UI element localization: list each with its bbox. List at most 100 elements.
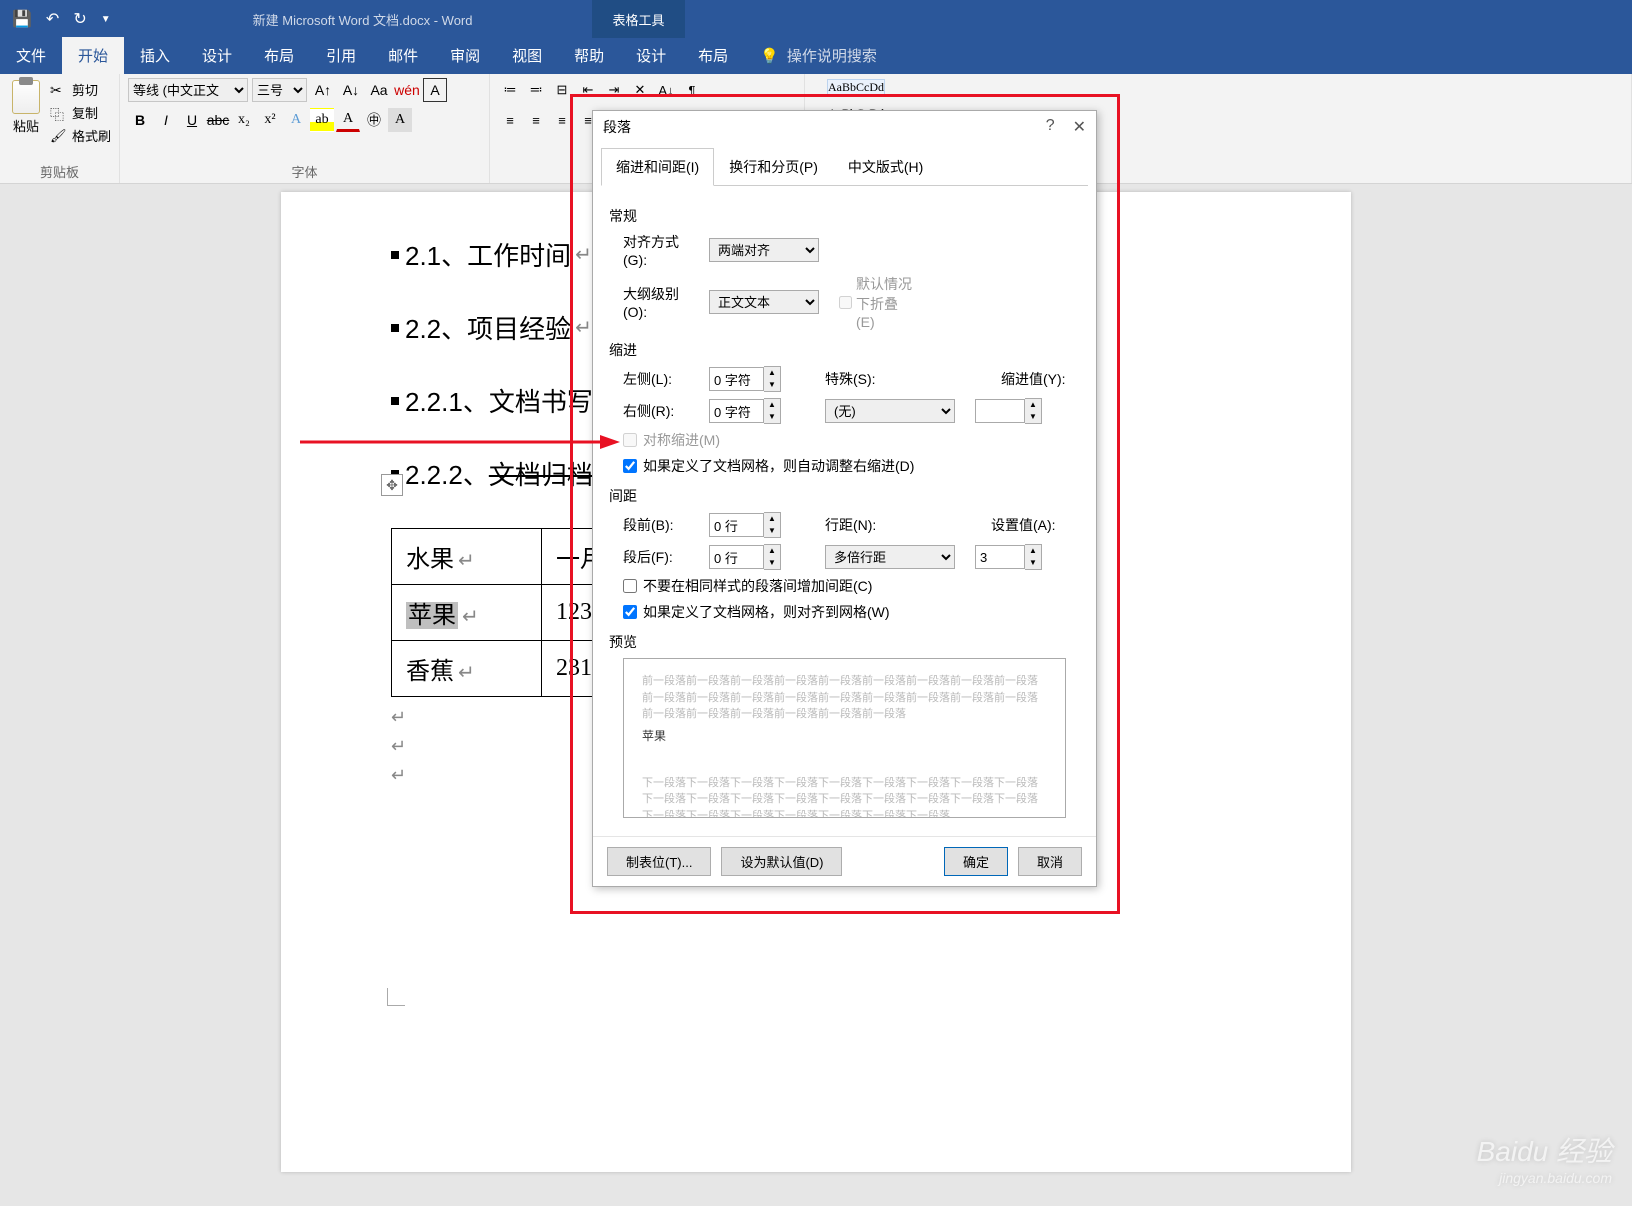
bold-icon[interactable]: B xyxy=(128,108,152,132)
superscript-icon[interactable]: x² xyxy=(258,108,282,132)
cancel-button[interactable]: 取消 xyxy=(1018,847,1082,876)
no-space-same-style-checkbox[interactable] xyxy=(623,579,637,593)
font-color-icon[interactable]: A xyxy=(336,108,360,132)
grow-font-icon[interactable]: A↑ xyxy=(311,78,335,102)
style-item[interactable]: AaBbCcDd xyxy=(813,78,899,101)
strikethrough-icon[interactable]: abc xyxy=(206,108,230,132)
tabs-button[interactable]: 制表位(T)... xyxy=(607,847,711,876)
special-select[interactable]: (无) xyxy=(825,399,955,423)
asian-layout-icon[interactable]: ✕ xyxy=(628,78,652,102)
spin-down-icon[interactable]: ▼ xyxy=(1025,557,1041,569)
tab-home[interactable]: 开始 xyxy=(62,37,124,74)
dlg-tab-asian[interactable]: 中文版式(H) xyxy=(833,148,938,186)
bullets-icon[interactable]: ≔ xyxy=(498,78,522,102)
align-center-icon[interactable]: ≡ xyxy=(524,108,548,132)
highlight-icon[interactable]: ab xyxy=(310,108,334,132)
spin-up-icon[interactable]: ▲ xyxy=(764,545,780,557)
underline-icon[interactable]: U xyxy=(180,108,204,132)
tab-mailings[interactable]: 邮件 xyxy=(372,37,434,74)
numbering-icon[interactable]: ≕ xyxy=(524,78,548,102)
format-painter-button[interactable]: 格式刷 xyxy=(50,126,111,145)
decrease-indent-icon[interactable]: ⇤ xyxy=(576,78,600,102)
tab-references[interactable]: 引用 xyxy=(310,37,372,74)
cut-button[interactable]: 剪切 xyxy=(50,80,111,99)
spin-down-icon[interactable]: ▼ xyxy=(1025,411,1041,423)
set-default-button[interactable]: 设为默认值(D) xyxy=(721,847,842,876)
tab-design[interactable]: 设计 xyxy=(186,37,248,74)
spin-up-icon[interactable]: ▲ xyxy=(764,367,780,379)
align-left-icon[interactable]: ≡ xyxy=(498,108,522,132)
tab-insert[interactable]: 插入 xyxy=(124,37,186,74)
align-right-icon[interactable]: ≡ xyxy=(550,108,574,132)
tell-me-search[interactable]: 💡 操作说明搜索 xyxy=(744,37,893,74)
font-size-select[interactable]: 三号 xyxy=(252,78,307,102)
by-input[interactable] xyxy=(975,399,1025,423)
indent-left-input[interactable] xyxy=(709,367,764,391)
spin-down-icon[interactable]: ▼ xyxy=(764,379,780,391)
spin-up-icon[interactable]: ▲ xyxy=(764,399,780,411)
table-cell[interactable]: 水果↵ xyxy=(392,529,542,585)
before-input[interactable] xyxy=(709,513,764,537)
dlg-tab-indent[interactable]: 缩进和间距(I) xyxy=(601,148,714,186)
multilevel-icon[interactable]: ⊟ xyxy=(550,78,574,102)
bullet-icon xyxy=(391,324,399,332)
subscript-icon[interactable]: x₂ xyxy=(232,108,256,132)
before-label: 段前(B): xyxy=(623,515,699,535)
table-cell[interactable]: 香蕉↵ xyxy=(392,641,542,697)
enclose-char-icon[interactable]: ㊥ xyxy=(362,108,386,132)
collapse-checkbox xyxy=(839,296,852,309)
character-border-icon[interactable]: A xyxy=(423,78,447,102)
alignment-select[interactable]: 两端对齐 xyxy=(709,238,819,262)
auto-adjust-indent-checkbox[interactable] xyxy=(623,459,637,473)
italic-icon[interactable]: I xyxy=(154,108,178,132)
after-input[interactable] xyxy=(709,545,764,569)
tab-review[interactable]: 审阅 xyxy=(434,37,496,74)
tab-help[interactable]: 帮助 xyxy=(558,37,620,74)
phonetic-guide-icon[interactable]: wén xyxy=(395,78,419,102)
undo-icon[interactable]: ↶ xyxy=(46,9,59,29)
ok-button[interactable]: 确定 xyxy=(944,847,1008,876)
char-shading-icon[interactable]: A xyxy=(388,108,412,132)
document-title: 新建 Microsoft Word 文档.docx - Word xyxy=(253,10,473,29)
preview-section: 预览 xyxy=(609,632,1080,652)
copy-button[interactable]: 复制 xyxy=(50,103,111,122)
tab-file[interactable]: 文件 xyxy=(0,37,62,74)
text-effects-icon[interactable]: A xyxy=(284,108,308,132)
ribbon-tabs: 文件 开始 插入 设计 布局 引用 邮件 审阅 视图 帮助 设计 布局 💡 操作… xyxy=(0,38,1632,74)
change-case-icon[interactable]: Aa xyxy=(367,78,391,102)
spin-down-icon[interactable]: ▼ xyxy=(764,525,780,537)
spin-up-icon[interactable]: ▲ xyxy=(764,513,780,525)
tab-view[interactable]: 视图 xyxy=(496,37,558,74)
tab-table-layout[interactable]: 布局 xyxy=(682,37,744,74)
preview-box: 前一段落前一段落前一段落前一段落前一段落前一段落前一段落前一段落前一段落前一段落… xyxy=(623,658,1066,818)
alignment-label: 对齐方式(G): xyxy=(623,232,699,268)
qat-more-icon[interactable]: ▼ xyxy=(101,14,111,25)
line-spacing-select[interactable]: 多倍行距 xyxy=(825,545,955,569)
at-input[interactable] xyxy=(975,545,1025,569)
sort-icon[interactable]: A↓ xyxy=(654,78,678,102)
close-icon[interactable]: ✕ xyxy=(1073,117,1086,137)
snap-to-grid-checkbox[interactable] xyxy=(623,605,637,619)
tab-layout[interactable]: 布局 xyxy=(248,37,310,74)
font-name-select[interactable]: 等线 (中文正文 xyxy=(128,78,248,102)
help-icon[interactable]: ? xyxy=(1046,117,1055,137)
spin-down-icon[interactable]: ▼ xyxy=(764,411,780,423)
spin-down-icon[interactable]: ▼ xyxy=(764,557,780,569)
mirror-indent-checkbox xyxy=(623,433,637,447)
clipboard-label: 剪贴板 xyxy=(8,158,111,181)
increase-indent-icon[interactable]: ⇥ xyxy=(602,78,626,102)
spin-up-icon[interactable]: ▲ xyxy=(1025,399,1041,411)
spin-up-icon[interactable]: ▲ xyxy=(1025,545,1041,557)
outline-select[interactable]: 正文文本 xyxy=(709,290,819,314)
show-marks-icon[interactable]: ¶ xyxy=(680,78,704,102)
tab-table-design[interactable]: 设计 xyxy=(620,37,682,74)
save-icon[interactable]: 💾 xyxy=(12,9,32,29)
page-corner-mark xyxy=(387,988,405,1006)
redo-icon[interactable]: ↻ xyxy=(73,9,86,29)
indent-right-input[interactable] xyxy=(709,399,764,423)
paste-button[interactable]: 粘贴 xyxy=(8,78,44,145)
table-cell[interactable]: 苹果↵ xyxy=(392,585,542,641)
shrink-font-icon[interactable]: A↓ xyxy=(339,78,363,102)
dlg-tab-pagination[interactable]: 换行和分页(P) xyxy=(714,148,833,186)
table-move-handle[interactable]: ✥ xyxy=(381,474,403,496)
